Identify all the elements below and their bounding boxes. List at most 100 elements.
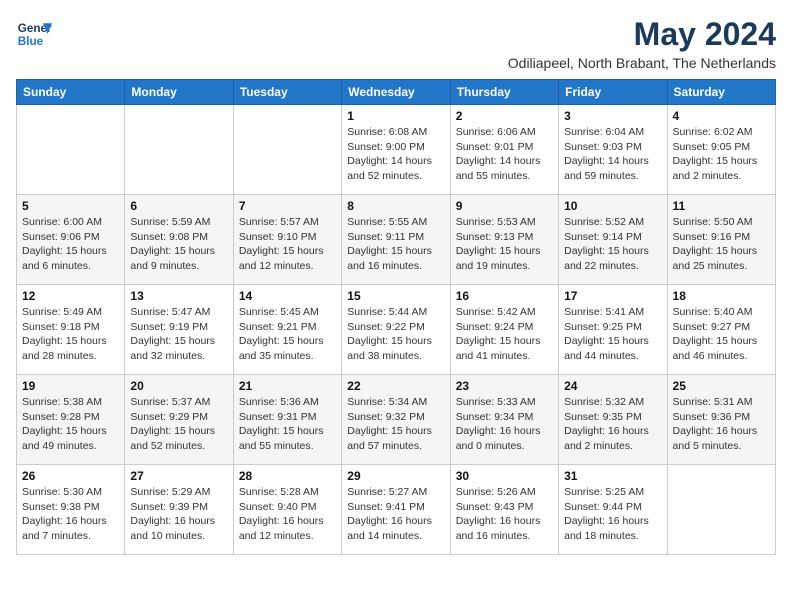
calendar-cell: 17Sunrise: 5:41 AMSunset: 9:25 PMDayligh… <box>559 285 667 375</box>
day-info: Sunrise: 5:42 AMSunset: 9:24 PMDaylight:… <box>456 305 553 364</box>
calendar-cell: 10 Sunrise: 5:52 AMSunset: 9:14 PMDayligh… <box>559 195 667 285</box>
day-number: 6 <box>130 199 227 213</box>
day-info: Sunrise: 5:37 AMSunset: 9:29 PMDaylight:… <box>130 395 227 454</box>
calendar-table: SundayMondayTuesdayWednesdayThursdayFrid… <box>16 79 776 555</box>
calendar-cell: 7 Sunrise: 5:57 AMSunset: 9:10 PMDaylight… <box>233 195 341 285</box>
calendar-cell: 11 Sunrise: 5:50 AMSunset: 9:16 PMDayligh… <box>667 195 775 285</box>
calendar-cell: 20 Sunrise: 5:37 AMSunset: 9:29 PMDayligh… <box>125 375 233 465</box>
day-number: 21 <box>239 379 336 393</box>
day-number: 15 <box>347 289 444 303</box>
calendar-cell: 15Sunrise: 5:44 AMSunset: 9:22 PMDayligh… <box>342 285 450 375</box>
week-row-2: 12Sunrise: 5:49 AMSunset: 9:18 PMDayligh… <box>17 285 776 375</box>
day-info: Sunrise: 5:29 AMSunset: 9:39 PMDaylight:… <box>130 485 227 544</box>
day-info: Sunrise: 5:30 AMSunset: 9:38 PMDaylight:… <box>22 485 119 544</box>
day-number: 31 <box>564 469 661 483</box>
calendar-cell: 28Sunrise: 5:28 AMSunset: 9:40 PMDayligh… <box>233 465 341 555</box>
day-info: Sunrise: 5:31 AMSunset: 9:36 PMDaylight:… <box>673 395 770 454</box>
svg-text:Blue: Blue <box>18 35 44 48</box>
calendar-cell: 16 Sunrise: 5:42 AMSunset: 9:24 PMDayligh… <box>450 285 558 375</box>
day-number: 19 <box>22 379 119 393</box>
day-info: Sunrise: 5:59 AMSunset: 9:08 PMDaylight:… <box>130 215 227 274</box>
header-saturday: Saturday <box>667 80 775 105</box>
day-info: Sunrise: 5:47 AMSunset: 9:19 PMDaylight:… <box>130 305 227 364</box>
calendar-cell: 13Sunrise: 5:47 AMSunset: 9:19 PMDayligh… <box>125 285 233 375</box>
calendar-cell <box>17 105 125 195</box>
page-header: General Blue May 2024 Odiliapeel, North … <box>16 16 776 71</box>
calendar-cell: 25 Sunrise: 5:31 AMSunset: 9:36 PMDayligh… <box>667 375 775 465</box>
day-info: Sunrise: 5:53 AMSunset: 9:13 PMDaylight:… <box>456 215 553 274</box>
day-info: Sunrise: 5:34 AMSunset: 9:32 PMDaylight:… <box>347 395 444 454</box>
day-number: 1 <box>347 109 444 123</box>
day-number: 20 <box>130 379 227 393</box>
calendar-cell: 14 Sunrise: 5:45 AMSunset: 9:21 PMDayligh… <box>233 285 341 375</box>
header-row: SundayMondayTuesdayWednesdayThursdayFrid… <box>17 80 776 105</box>
day-info: Sunrise: 6:02 AMSunset: 9:05 PMDaylight:… <box>673 125 770 184</box>
calendar-cell: 29 Sunrise: 5:27 AMSunset: 9:41 PMDayligh… <box>342 465 450 555</box>
day-number: 4 <box>673 109 770 123</box>
logo: General Blue <box>16 16 52 52</box>
calendar-cell: 3Sunrise: 6:04 AMSunset: 9:03 PMDaylight… <box>559 105 667 195</box>
day-number: 25 <box>673 379 770 393</box>
day-number: 28 <box>239 469 336 483</box>
calendar-cell: 19Sunrise: 5:38 AMSunset: 9:28 PMDayligh… <box>17 375 125 465</box>
logo-icon: General Blue <box>16 16 52 52</box>
day-number: 8 <box>347 199 444 213</box>
day-info: Sunrise: 6:06 AMSunset: 9:01 PMDaylight:… <box>456 125 553 184</box>
day-number: 3 <box>564 109 661 123</box>
day-number: 2 <box>456 109 553 123</box>
calendar-cell: 6 Sunrise: 5:59 AMSunset: 9:08 PMDaylight… <box>125 195 233 285</box>
calendar-cell: 30Sunrise: 5:26 AMSunset: 9:43 PMDayligh… <box>450 465 558 555</box>
day-info: Sunrise: 5:49 AMSunset: 9:18 PMDaylight:… <box>22 305 119 364</box>
day-number: 27 <box>130 469 227 483</box>
calendar-cell: 4 Sunrise: 6:02 AMSunset: 9:05 PMDaylight… <box>667 105 775 195</box>
day-number: 14 <box>239 289 336 303</box>
day-info: Sunrise: 5:52 AMSunset: 9:14 PMDaylight:… <box>564 215 661 274</box>
day-info: Sunrise: 5:57 AMSunset: 9:10 PMDaylight:… <box>239 215 336 274</box>
day-number: 9 <box>456 199 553 213</box>
day-number: 11 <box>673 199 770 213</box>
day-info: Sunrise: 5:41 AMSunset: 9:25 PMDaylight:… <box>564 305 661 364</box>
calendar-cell <box>125 105 233 195</box>
day-number: 23 <box>456 379 553 393</box>
calendar-cell: 26 Sunrise: 5:30 AMSunset: 9:38 PMDayligh… <box>17 465 125 555</box>
day-number: 7 <box>239 199 336 213</box>
calendar-cell: 27 Sunrise: 5:29 AMSunset: 9:39 PMDayligh… <box>125 465 233 555</box>
calendar-cell: 21Sunrise: 5:36 AMSunset: 9:31 PMDayligh… <box>233 375 341 465</box>
day-info: Sunrise: 5:26 AMSunset: 9:43 PMDaylight:… <box>456 485 553 544</box>
day-info: Sunrise: 5:45 AMSunset: 9:21 PMDaylight:… <box>239 305 336 364</box>
calendar-cell <box>233 105 341 195</box>
calendar-cell: 23 Sunrise: 5:33 AMSunset: 9:34 PMDayligh… <box>450 375 558 465</box>
calendar-cell: 12Sunrise: 5:49 AMSunset: 9:18 PMDayligh… <box>17 285 125 375</box>
day-number: 5 <box>22 199 119 213</box>
calendar-cell: 9 Sunrise: 5:53 AMSunset: 9:13 PMDaylight… <box>450 195 558 285</box>
calendar-cell: 22 Sunrise: 5:34 AMSunset: 9:32 PMDayligh… <box>342 375 450 465</box>
day-number: 10 <box>564 199 661 213</box>
day-number: 29 <box>347 469 444 483</box>
header-thursday: Thursday <box>450 80 558 105</box>
header-monday: Monday <box>125 80 233 105</box>
day-number: 24 <box>564 379 661 393</box>
week-row-0: 1Sunrise: 6:08 AMSunset: 9:00 PMDaylight… <box>17 105 776 195</box>
header-sunday: Sunday <box>17 80 125 105</box>
calendar-cell: 18Sunrise: 5:40 AMSunset: 9:27 PMDayligh… <box>667 285 775 375</box>
calendar-cell: 5Sunrise: 6:00 AMSunset: 9:06 PMDaylight… <box>17 195 125 285</box>
day-info: Sunrise: 5:25 AMSunset: 9:44 PMDaylight:… <box>564 485 661 544</box>
calendar-body: 1Sunrise: 6:08 AMSunset: 9:00 PMDaylight… <box>17 105 776 555</box>
header-friday: Friday <box>559 80 667 105</box>
day-info: Sunrise: 5:27 AMSunset: 9:41 PMDaylight:… <box>347 485 444 544</box>
day-number: 22 <box>347 379 444 393</box>
day-info: Sunrise: 5:50 AMSunset: 9:16 PMDaylight:… <box>673 215 770 274</box>
calendar-cell: 31 Sunrise: 5:25 AMSunset: 9:44 PMDayligh… <box>559 465 667 555</box>
day-number: 26 <box>22 469 119 483</box>
header-tuesday: Tuesday <box>233 80 341 105</box>
calendar-cell: 24 Sunrise: 5:32 AMSunset: 9:35 PMDayligh… <box>559 375 667 465</box>
week-row-4: 26 Sunrise: 5:30 AMSunset: 9:38 PMDayligh… <box>17 465 776 555</box>
main-title: May 2024 <box>508 16 776 53</box>
calendar-cell: 8Sunrise: 5:55 AMSunset: 9:11 PMDaylight… <box>342 195 450 285</box>
header-wednesday: Wednesday <box>342 80 450 105</box>
day-info: Sunrise: 5:32 AMSunset: 9:35 PMDaylight:… <box>564 395 661 454</box>
day-number: 16 <box>456 289 553 303</box>
calendar-cell: 1Sunrise: 6:08 AMSunset: 9:00 PMDaylight… <box>342 105 450 195</box>
day-info: Sunrise: 5:33 AMSunset: 9:34 PMDaylight:… <box>456 395 553 454</box>
day-info: Sunrise: 5:40 AMSunset: 9:27 PMDaylight:… <box>673 305 770 364</box>
